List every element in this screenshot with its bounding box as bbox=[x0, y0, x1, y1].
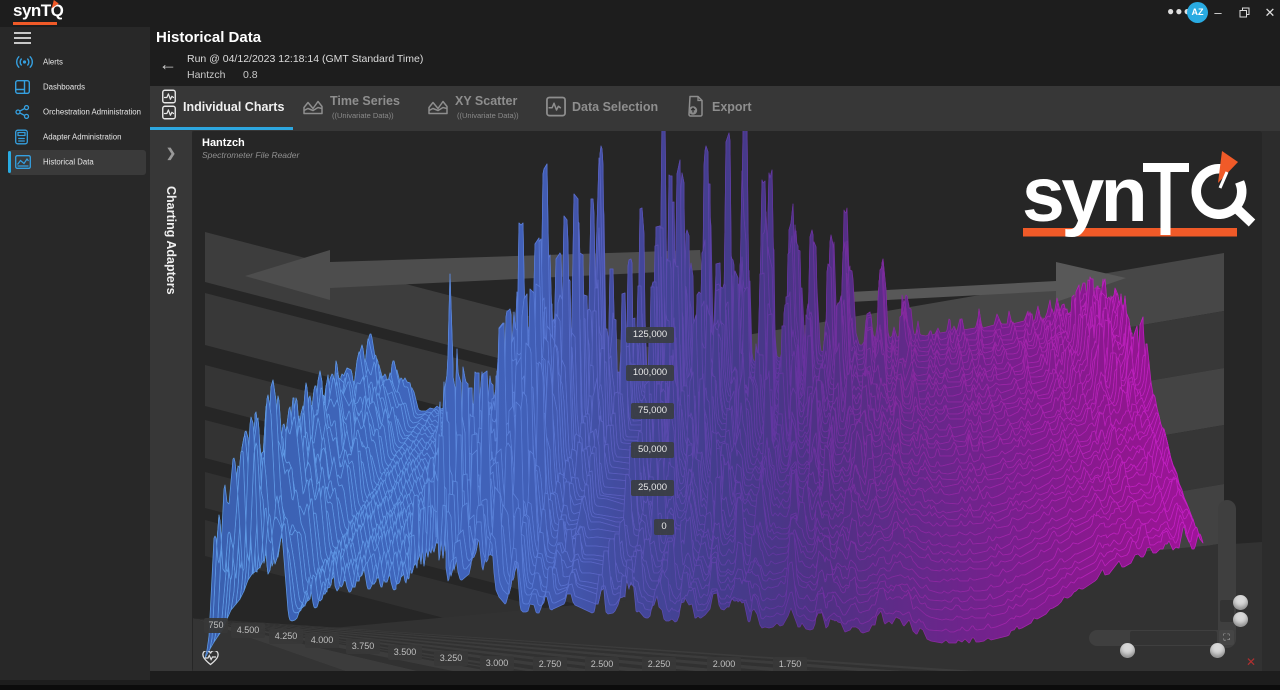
svg-text:syn: syn bbox=[1022, 152, 1144, 238]
